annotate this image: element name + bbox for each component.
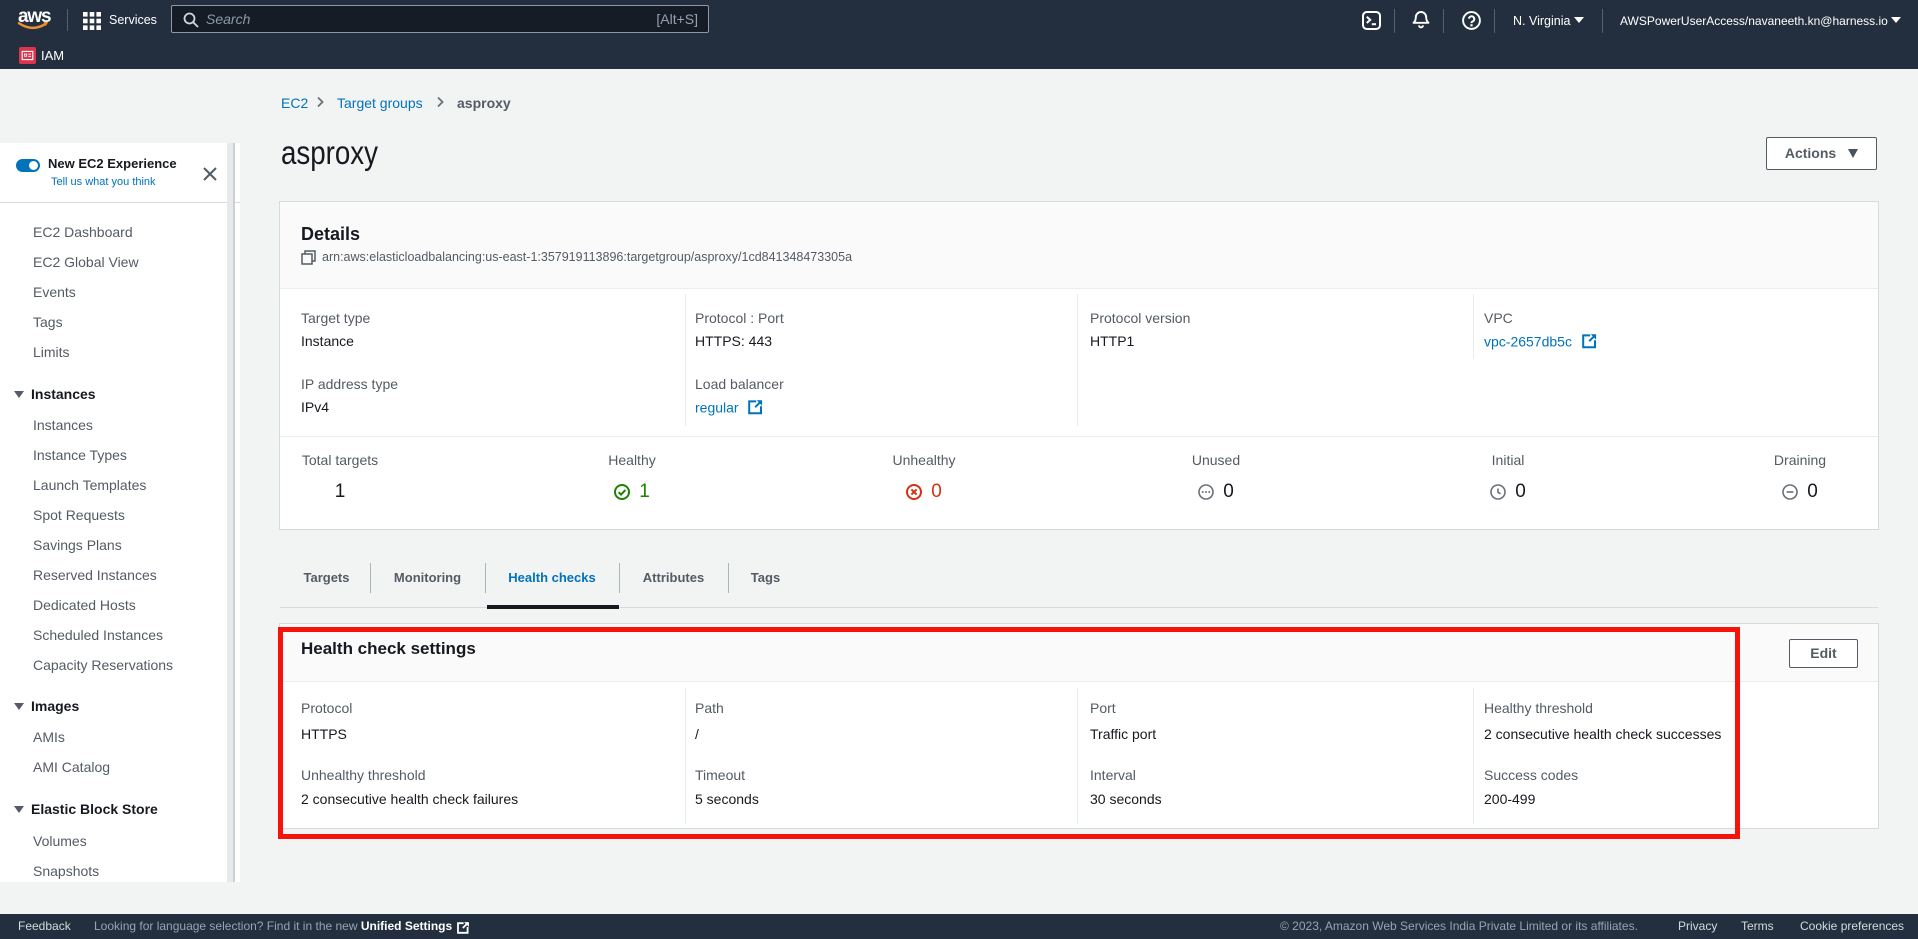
svg-text:asproxy: asproxy — [281, 134, 378, 171]
